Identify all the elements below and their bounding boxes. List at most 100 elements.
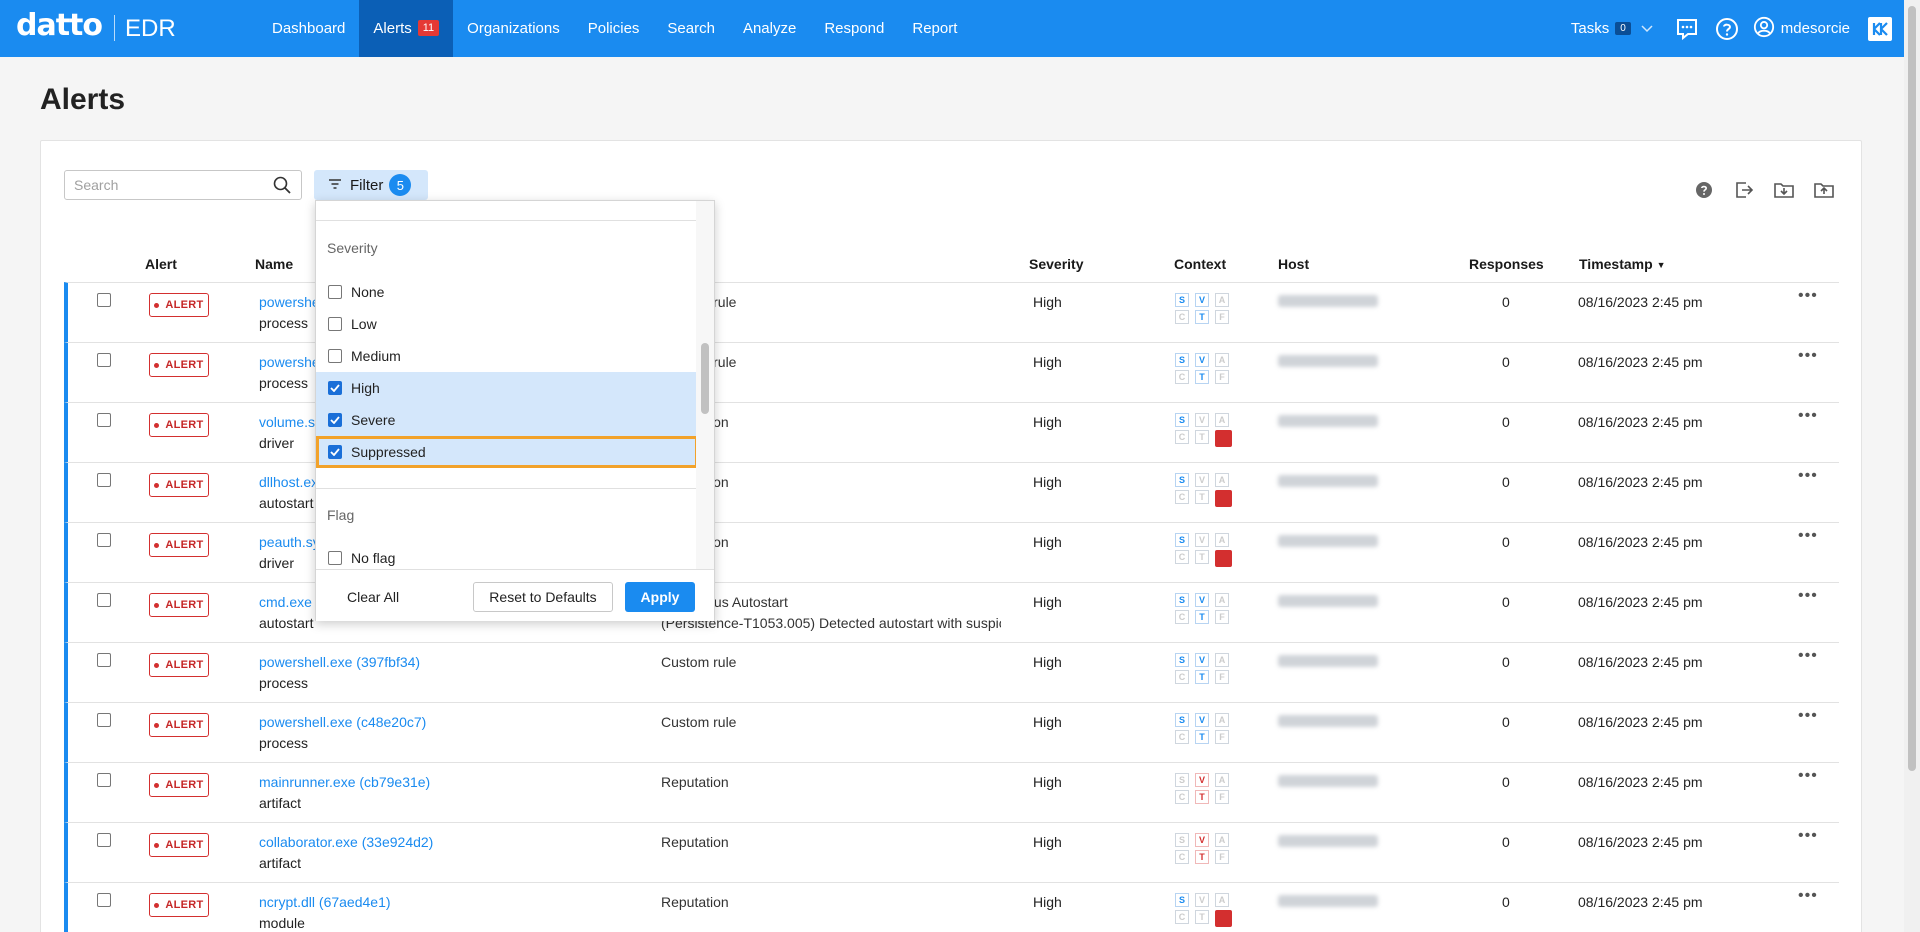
dropdown-scrollbar[interactable]	[696, 201, 714, 569]
context-chip-f[interactable]: F	[1215, 310, 1229, 324]
context-chip-v[interactable]: V	[1195, 293, 1209, 307]
more-actions-icon[interactable]: •••	[1798, 587, 1818, 605]
context-chip-c[interactable]: C	[1175, 670, 1189, 684]
alert-name-link[interactable]: mainrunner.exe (cb79e31e)	[259, 774, 430, 790]
more-actions-icon[interactable]: •••	[1798, 887, 1818, 905]
help-circle-icon[interactable]	[1692, 178, 1716, 202]
filter-option-no-flag[interactable]: No flag	[316, 542, 698, 569]
more-actions-icon[interactable]: •••	[1798, 707, 1818, 725]
search-icon[interactable]	[273, 176, 291, 197]
dropdown-scrollbar-thumb[interactable]	[701, 343, 709, 414]
context-chip-t[interactable]: T	[1195, 850, 1209, 864]
tasks-menu[interactable]: Tasks 0	[1571, 20, 1653, 37]
help-icon[interactable]	[1715, 17, 1739, 41]
row-checkbox[interactable]	[97, 533, 111, 547]
row-checkbox[interactable]	[97, 413, 111, 427]
context-chip-v[interactable]: V	[1195, 533, 1209, 547]
checkbox-icon[interactable]	[328, 349, 342, 363]
context-chip-s[interactable]: S	[1175, 413, 1189, 427]
checkbox-icon[interactable]	[328, 551, 342, 565]
context-chip-s[interactable]: S	[1175, 353, 1189, 367]
context-chip-a[interactable]: A	[1215, 413, 1229, 427]
alert-name-link[interactable]: ncrypt.dll (67aed4e1)	[259, 894, 391, 910]
row-checkbox[interactable]	[97, 593, 111, 607]
checkbox-checked-icon[interactable]	[328, 413, 342, 427]
row-checkbox[interactable]	[97, 773, 111, 787]
column-header-responses[interactable]: Responses	[1469, 256, 1544, 272]
context-chip-c[interactable]: C	[1175, 610, 1189, 624]
apply-button[interactable]: Apply	[625, 582, 695, 612]
filter-option-medium[interactable]: Medium	[316, 340, 698, 372]
upload-folder-icon[interactable]	[1812, 178, 1836, 202]
context-chip-c[interactable]: C	[1175, 910, 1189, 924]
context-chip-t[interactable]: T	[1195, 610, 1209, 624]
filter-button[interactable]: Filter 5	[314, 170, 428, 200]
context-chip-t[interactable]: T	[1195, 310, 1209, 324]
page-scrollbar-thumb[interactable]	[1908, 6, 1916, 771]
row-checkbox[interactable]	[97, 893, 111, 907]
nav-item-search[interactable]: Search	[653, 0, 729, 57]
page-scrollbar[interactable]	[1904, 0, 1920, 932]
feedback-icon[interactable]	[1675, 17, 1699, 41]
context-chip-c[interactable]: C	[1175, 490, 1189, 504]
context-chip-t[interactable]: T	[1195, 490, 1209, 504]
context-chip-f[interactable]: F	[1215, 790, 1229, 804]
column-header-alert[interactable]: Alert	[145, 256, 177, 272]
context-chip-v[interactable]: V	[1195, 473, 1209, 487]
flag-indicator-icon[interactable]	[1215, 550, 1232, 567]
flag-indicator-icon[interactable]	[1215, 490, 1232, 507]
filter-option-none[interactable]: None	[316, 276, 698, 308]
more-actions-icon[interactable]: •••	[1798, 467, 1818, 485]
checkbox-icon[interactable]	[328, 285, 342, 299]
table-row[interactable]: ALERT powershell.exe (c48e20c7) process Cus…	[64, 702, 1839, 762]
context-chip-a[interactable]: A	[1215, 473, 1229, 487]
table-row[interactable]: ALERT powershell.exe (397fbf34) process Cus…	[64, 642, 1839, 702]
column-header-name[interactable]: Name	[255, 256, 293, 272]
context-chip-c[interactable]: C	[1175, 370, 1189, 384]
download-folder-icon[interactable]	[1772, 178, 1796, 202]
nav-item-report[interactable]: Report	[898, 0, 971, 57]
alert-name-link[interactable]: cmd.exe (	[259, 594, 320, 610]
user-menu[interactable]: mdesorcie	[1753, 16, 1850, 42]
context-chip-v[interactable]: V	[1195, 893, 1209, 907]
context-chip-t[interactable]: T	[1195, 370, 1209, 384]
nav-item-analyze[interactable]: Analyze	[729, 0, 810, 57]
export-icon[interactable]	[1732, 178, 1756, 202]
nav-item-organizations[interactable]: Organizations	[453, 0, 574, 57]
alert-name-link[interactable]: powershell.exe (397fbf34)	[259, 654, 420, 670]
nav-item-alerts[interactable]: Alerts 11	[359, 0, 454, 57]
search-input[interactable]	[65, 171, 255, 199]
checkbox-icon[interactable]	[328, 317, 342, 331]
row-checkbox[interactable]	[97, 353, 111, 367]
row-checkbox[interactable]	[97, 713, 111, 727]
context-chip-s[interactable]: S	[1175, 533, 1189, 547]
row-checkbox[interactable]	[97, 653, 111, 667]
context-chip-a[interactable]: A	[1215, 353, 1229, 367]
column-header-context[interactable]: Context	[1174, 256, 1226, 272]
checkbox-checked-icon[interactable]	[328, 445, 342, 459]
column-header-host[interactable]: Host	[1278, 256, 1309, 272]
more-actions-icon[interactable]: •••	[1798, 407, 1818, 425]
context-chip-a[interactable]: A	[1215, 833, 1229, 847]
table-row[interactable]: ALERT mainrunner.exe (cb79e31e) artifact Re…	[64, 762, 1839, 822]
column-header-severity[interactable]: Severity	[1029, 256, 1083, 272]
search-field[interactable]	[64, 170, 302, 200]
context-chip-s[interactable]: S	[1175, 593, 1189, 607]
context-chip-s[interactable]: S	[1175, 713, 1189, 727]
context-chip-c[interactable]: C	[1175, 430, 1189, 444]
context-chip-f[interactable]: F	[1215, 670, 1229, 684]
filter-option-low[interactable]: Low	[316, 308, 698, 340]
context-chip-a[interactable]: A	[1215, 713, 1229, 727]
nav-item-dashboard[interactable]: Dashboard	[258, 0, 359, 57]
clear-all-button[interactable]: Clear All	[338, 582, 408, 612]
context-chip-s[interactable]: S	[1175, 833, 1189, 847]
context-chip-v[interactable]: V	[1195, 773, 1209, 787]
context-chip-c[interactable]: C	[1175, 310, 1189, 324]
context-chip-t[interactable]: T	[1195, 790, 1209, 804]
context-chip-c[interactable]: C	[1175, 730, 1189, 744]
flag-indicator-icon[interactable]	[1215, 430, 1232, 447]
table-row[interactable]: ALERT collaborator.exe (33e924d2) artifact…	[64, 822, 1839, 882]
context-chip-a[interactable]: A	[1215, 653, 1229, 667]
context-chip-f[interactable]: F	[1215, 370, 1229, 384]
more-actions-icon[interactable]: •••	[1798, 347, 1818, 365]
